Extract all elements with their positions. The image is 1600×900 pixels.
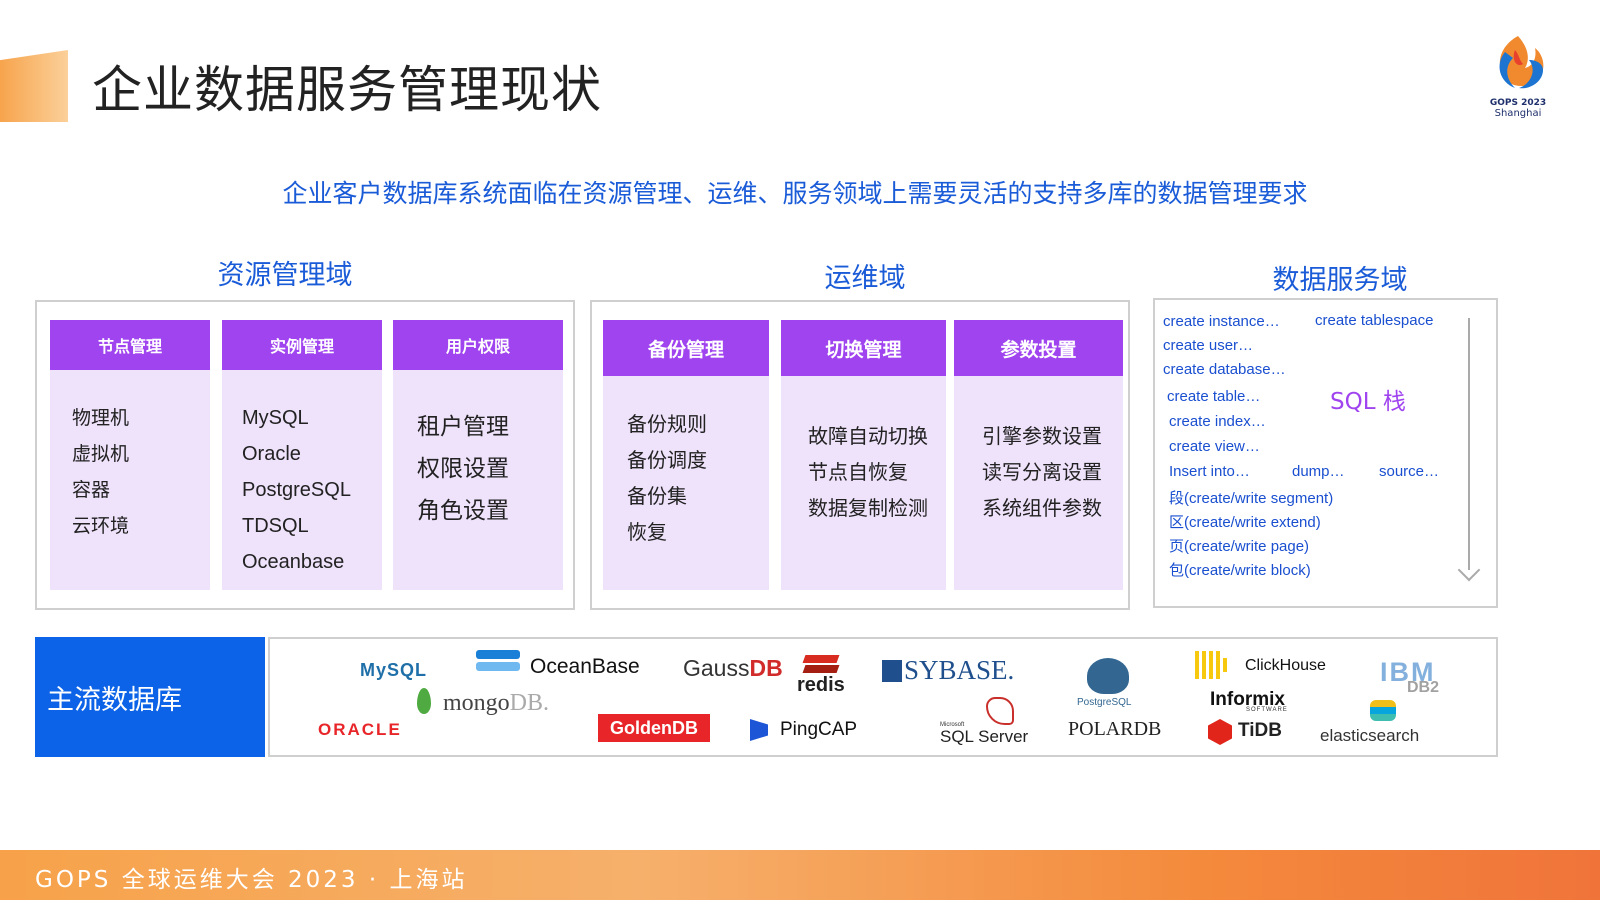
gaussdb-logo: GaussDB — [683, 655, 783, 682]
list-item: 故障自动切换 — [808, 424, 928, 448]
list-item: Oracle — [242, 443, 301, 465]
node-management-column: 节点管理 物理机 虚拟机 容器 云环境 — [50, 320, 210, 590]
sql-line: Insert into… — [1169, 463, 1250, 480]
logo-year: GOPS 2023 — [1489, 98, 1547, 108]
list-item: 数据复制检测 — [808, 496, 928, 520]
gops-logo: GOPS 2023 Shanghai — [1478, 30, 1558, 130]
backup-management-column: 备份管理 备份规则 备份调度 备份集 恢复 — [603, 320, 769, 590]
list-item: 虚拟机 — [72, 443, 130, 465]
informix-sub-logo: SOFTWARE — [1246, 707, 1288, 713]
pingcap-logo: PingCAP — [780, 719, 858, 740]
mongodb-prefix: mongo — [443, 690, 510, 716]
list-item: 系统组件参数 — [982, 496, 1102, 520]
list-item: Oceanbase — [242, 551, 345, 573]
clickhouse-icon — [1195, 651, 1227, 684]
sql-line: create instance… — [1163, 313, 1280, 330]
clickhouse-logo: ClickHouse — [1245, 657, 1326, 674]
sql-stack-label: SQL 栈 — [1330, 389, 1406, 415]
mysql-logo: MySQL — [360, 660, 428, 680]
user-permission-column: 用户权限 租户管理 权限设置 角色设置 — [393, 320, 563, 590]
sql-line: create tablespace — [1315, 312, 1434, 329]
sql-line: 包(create/write block) — [1169, 562, 1311, 579]
sybase-icon — [882, 660, 902, 682]
node-management-header: 节点管理 — [50, 320, 210, 370]
logo-city: Shanghai — [1494, 108, 1542, 119]
footer-bar: GOPS 全球运维大会 2023 · 上海站 — [0, 850, 1600, 900]
sql-line: create view… — [1169, 438, 1260, 455]
oceanbase-icon — [476, 650, 520, 671]
list-item: 节点自恢复 — [808, 460, 908, 484]
redis-logo: redis — [797, 674, 845, 696]
sql-line: create index… — [1169, 413, 1266, 430]
db2-logo: DB2 — [1407, 679, 1440, 696]
title-accent-bar — [0, 50, 68, 122]
sybase-logo: SYBASE. — [904, 655, 1015, 685]
user-permission-header: 用户权限 — [393, 320, 563, 370]
list-item: 恢复 — [627, 520, 667, 544]
ops-domain-title: 运维域 — [824, 263, 906, 294]
list-item: 读写分离设置 — [982, 460, 1102, 484]
polardb-logo: POLARDB — [1068, 718, 1162, 740]
list-item: 容器 — [72, 479, 111, 501]
list-item: TDSQL — [242, 515, 309, 537]
list-item: 云环境 — [72, 515, 130, 537]
postgresql-logo: PostgreSQL — [1077, 697, 1132, 708]
sql-line: 区(create/write extend) — [1169, 514, 1321, 531]
sql-line: create table… — [1167, 388, 1261, 405]
list-item: 备份规则 — [627, 412, 707, 436]
redis-icon — [802, 655, 840, 673]
sql-line: create database… — [1163, 361, 1286, 378]
backup-management-header: 备份管理 — [603, 320, 769, 376]
mainstream-db-label: 主流数据库 — [35, 637, 265, 757]
list-item: 备份调度 — [627, 448, 707, 472]
parameter-setting-header: 参数投置 — [954, 320, 1123, 376]
sql-line: 段(create/write segment) — [1169, 490, 1334, 507]
parameter-setting-column: 参数投置 引擎参数设置 读写分离设置 系统组件参数 — [954, 320, 1123, 590]
list-item: 角色设置 — [417, 498, 509, 524]
postgresql-elephant-icon — [1087, 658, 1129, 694]
sql-line: create user… — [1163, 337, 1254, 354]
switch-management-column: 切换管理 故障自动切换 节点自恢复 数据复制检测 — [781, 320, 946, 590]
gaussdb-suffix: DB — [749, 655, 783, 681]
sql-line: 页(create/write page) — [1169, 538, 1310, 555]
gops-flame-icon — [1499, 36, 1544, 89]
goldendb-logo: GoldenDB — [598, 714, 710, 742]
sqlserver-logo: SQL Server — [940, 727, 1029, 746]
sql-line: dump… — [1292, 463, 1345, 480]
resource-domain-title: 资源管理域 — [217, 260, 353, 291]
elasticsearch-icon — [1370, 700, 1396, 721]
list-item: 物理机 — [72, 407, 130, 429]
oceanbase-logo: OceanBase — [530, 655, 640, 678]
instance-management-column: 实例管理 MySQL Oracle PostgreSQL TDSQL Ocean… — [222, 320, 382, 590]
footer-text: GOPS 全球运维大会 2023 · 上海站 — [35, 867, 468, 893]
elasticsearch-logo: elasticsearch — [1320, 726, 1420, 745]
mongodb-suffix: DB. — [509, 690, 550, 716]
switch-management-header: 切换管理 — [781, 320, 946, 376]
list-item: 权限设置 — [417, 456, 509, 482]
subtitle: 企业客户数据库系统面临在资源管理、运维、服务领域上需要灵活的支持多库的数据管理要… — [282, 179, 1308, 208]
list-item: 备份集 — [627, 484, 687, 508]
list-item: 租户管理 — [417, 414, 509, 440]
list-item: PostgreSQL — [242, 479, 351, 501]
page-title: 企业数据服务管理现状 — [92, 61, 602, 119]
data-service-domain-title: 数据服务域 — [1272, 265, 1408, 296]
list-item: 引擎参数设置 — [982, 424, 1102, 448]
stack-arrow-line — [1468, 318, 1470, 570]
sql-line: source… — [1379, 463, 1440, 480]
instance-management-header: 实例管理 — [222, 320, 382, 370]
mongodb-logo: mongoDB. — [443, 690, 549, 717]
mongodb-leaf-icon — [417, 688, 431, 714]
oracle-logo: ORACLE — [318, 720, 402, 739]
tidb-logo: TiDB — [1238, 720, 1282, 741]
gaussdb-prefix: Gauss — [683, 655, 750, 681]
list-item: MySQL — [242, 407, 309, 429]
